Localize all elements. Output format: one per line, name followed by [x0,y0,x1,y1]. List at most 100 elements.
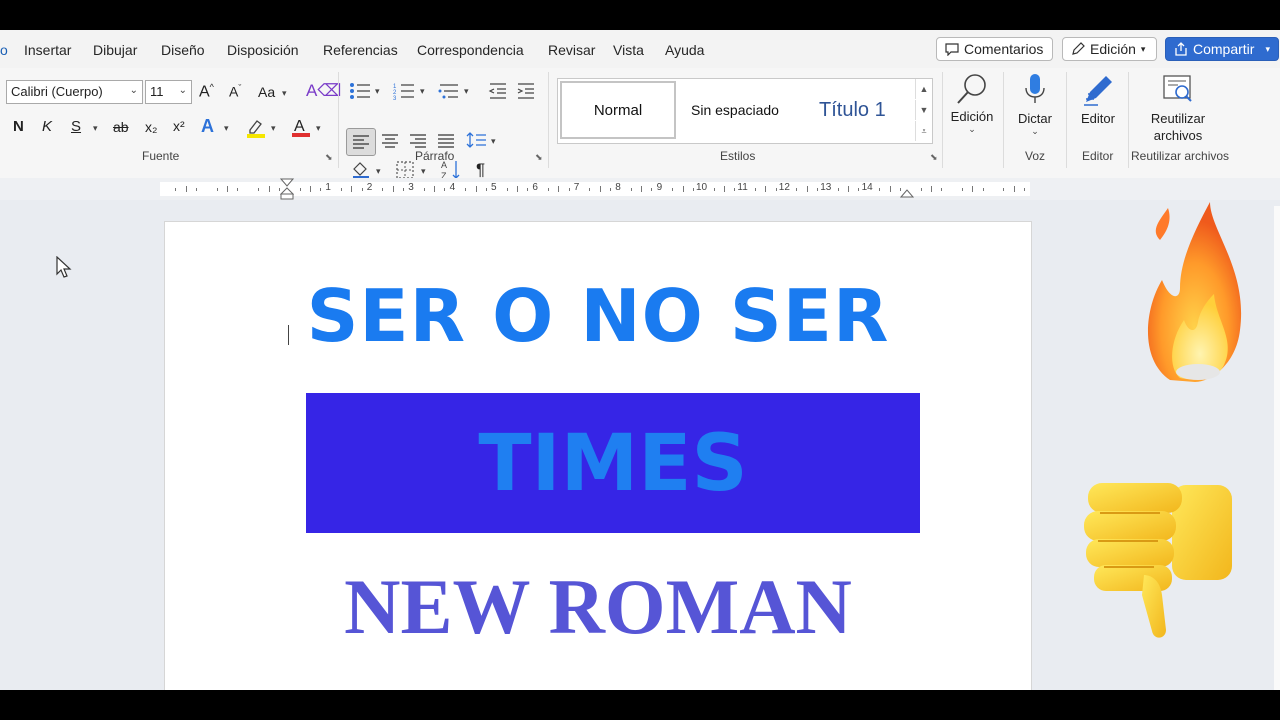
ruler-tick [227,186,229,192]
share-label: Compartir [1193,41,1255,57]
underline-button[interactable]: S [71,118,81,135]
ruler-tick [258,188,260,191]
tab-diseno[interactable]: Diseño [161,42,205,58]
clear-formatting-icon[interactable]: A⌫ [306,81,341,101]
fire-emoji [1140,200,1250,390]
thumbs-down-emoji [1080,475,1240,650]
tab-correspondencia[interactable]: Correspondencia [417,42,524,58]
ruler-tick [434,186,436,192]
tab-revisar[interactable]: Revisar [548,42,595,58]
superscript-button[interactable]: x² [173,118,185,134]
chevron-down-icon: ▾ [464,86,469,96]
ruler-number: 9 [656,182,663,193]
ruler-tick [506,188,508,191]
comment-icon [945,42,959,56]
ruler-tick [599,186,601,192]
editor-pen-icon [1084,76,1112,106]
shrink-font-icon[interactable]: Aˇ [229,83,241,100]
font-size-value: 11 [150,84,164,99]
ruler-tick [423,188,425,191]
ruler-tick [185,186,187,192]
show-formatting-marks-button[interactable]: ¶ [476,160,485,180]
chevron-down-icon: ▾ [271,123,276,133]
group-separator [1128,72,1129,168]
dialog-launcher-icon[interactable]: ⬊ [930,152,938,163]
editing-mode-button[interactable]: Edición ▾ [1062,37,1157,61]
tab-inicio-partial[interactable]: o [0,42,8,58]
vertical-scrollbar[interactable] [1274,206,1280,690]
styles-more-icon[interactable]: ⩡ [915,121,932,141]
ruler-tick [858,188,860,191]
ruler-tick [682,186,684,192]
right-indent-marker-icon[interactable] [899,186,915,204]
ruler-tick [237,188,239,191]
group-label-reutilizar: Reutilizar archivos [1131,149,1230,163]
italic-button[interactable]: K [42,118,52,135]
align-left-button[interactable] [346,128,376,156]
ruler-number: 2 [366,182,373,193]
ruler-tick [723,186,725,192]
first-line-indent-marker-icon[interactable] [279,178,295,205]
ruler-tick [382,188,384,191]
bold-button[interactable]: N [13,118,24,135]
tab-vista[interactable]: Vista [613,42,644,58]
text-effects-icon[interactable]: A [201,116,214,137]
chevron-down-icon: ▾ [316,123,321,133]
share-button[interactable]: Compartir ▾ [1165,37,1279,61]
styles-scroll-up-icon[interactable]: ▲ [915,79,932,99]
styles-scroll-down-icon[interactable]: ▼ [915,100,932,120]
tab-insertar[interactable]: Insertar [24,42,71,58]
ruler-tick [610,188,612,191]
ruler-tick [340,188,342,191]
align-center-icon[interactable] [380,131,400,156]
ruler-number: 4 [449,182,456,193]
ruler-number: 14 [861,182,873,193]
ruler-tick [320,188,322,191]
ruler-tick [403,188,405,191]
style-no-spacing[interactable]: Sin espaciado [691,79,779,141]
tab-ayuda[interactable]: Ayuda [665,42,704,58]
ruler-tick [216,188,218,191]
line-spacing-icon[interactable] [466,130,488,155]
chevron-down-icon: ▾ [491,136,496,146]
ruler-tick [547,188,549,191]
editing-button[interactable]: Edición ⌄ [946,72,998,135]
tab-referencias[interactable]: Referencias [323,42,398,58]
font-name-select[interactable]: Calibri (Cuerpo) ⌄ [6,80,143,104]
chevron-down-icon: ▾ [376,166,381,176]
multilevel-list-icon[interactable] [438,82,460,105]
font-size-select[interactable]: 11 ⌄ [145,80,192,104]
editor-button[interactable]: Editor [1072,72,1124,126]
document-page[interactable]: SER O NO SER TIMES NEW ROMAN [164,221,1032,690]
svg-text:A: A [294,118,305,135]
bullets-icon[interactable] [349,82,371,105]
ruler-number: 1 [325,182,331,193]
dialog-launcher-icon[interactable]: ⬊ [325,152,333,163]
tab-dibujar[interactable]: Dibujar [93,42,137,58]
chevron-down-icon: ▾ [93,123,98,133]
font-color-icon[interactable]: A [290,116,312,143]
numbering-icon[interactable]: 123 [393,82,415,105]
style-normal[interactable]: Normal [560,81,676,139]
strikethrough-button[interactable]: ab [113,119,129,135]
style-title1[interactable]: Título 1 [819,79,886,141]
dialog-launcher-icon[interactable]: ⬊ [535,152,543,163]
subscript-button[interactable]: x₂ [145,119,157,135]
grow-font-icon[interactable]: A^ [199,82,214,101]
group-label-estilos: Estilos [720,149,756,163]
editing-mode-label: Edición [1090,41,1136,57]
comments-button[interactable]: Comentarios [936,37,1053,61]
ruler-tick [309,186,311,192]
chevron-down-icon: ▾ [375,86,380,96]
tab-disposicion[interactable]: Disposición [227,42,299,58]
decrease-indent-icon[interactable] [488,82,508,105]
change-case-button[interactable]: Aa [258,84,275,100]
ruler-tick [941,188,943,191]
ruler-tick [589,188,591,191]
highlight-color-icon[interactable] [245,117,267,144]
increase-indent-icon[interactable] [516,82,536,105]
ruler-tick [982,188,984,191]
dictate-button[interactable]: Dictar ⌄ [1008,72,1062,137]
reuse-files-button[interactable]: Reutilizar archivos [1140,72,1216,144]
group-label-voz: Voz [1025,149,1046,163]
